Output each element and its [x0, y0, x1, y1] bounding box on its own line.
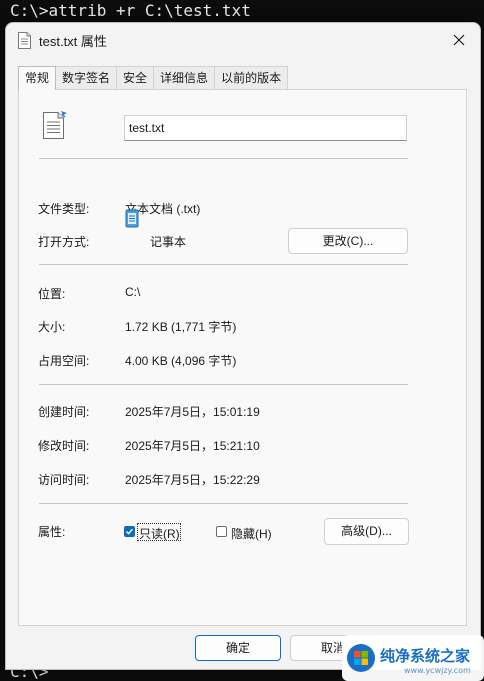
filename-field[interactable]: test.txt [124, 115, 407, 141]
created-label: 创建时间: [38, 405, 90, 419]
close-button[interactable] [446, 27, 472, 53]
tab-strip: 常规 数字签名 安全 详细信息 以前的版本 [18, 66, 289, 90]
text-file-icon [43, 111, 67, 139]
watermark-badge: 纯净系统之家 www.ycwjzy.com [342, 635, 484, 681]
separator [39, 264, 408, 265]
hidden-label[interactable]: 隐藏(H) [231, 525, 272, 542]
opens-with-value: 记事本 [150, 235, 187, 249]
close-icon [453, 34, 465, 46]
ok-button[interactable]: 确定 [195, 635, 281, 661]
opens-with-label: 打开方式: [38, 235, 90, 249]
tab-general[interactable]: 常规 [18, 66, 57, 90]
size-value: 1.72 KB (1,771 字节) [125, 320, 237, 334]
size-on-disk-label: 占用空间: [38, 354, 90, 368]
console-command-line: C:\>attrib +r C:\test.txt [10, 1, 251, 20]
general-tab-panel: test.txt 文件类型: 文本文档 (.txt) 打开方式: 记事本 更改(… [18, 89, 467, 626]
location-value: C:\ [125, 285, 141, 299]
watermark-text: 纯净系统之家 [380, 647, 471, 665]
tab-previous-versions[interactable]: 以前的版本 [214, 66, 289, 89]
accessed-value: 2025年7月5日，15:22:29 [125, 473, 260, 487]
title-bar[interactable]: test.txt 属性 [6, 23, 480, 57]
attributes-label: 属性: [38, 525, 66, 539]
separator [39, 503, 408, 504]
modified-label: 修改时间: [38, 439, 90, 453]
file-type-label: 文件类型: [38, 202, 90, 216]
separator [39, 158, 408, 159]
readonly-label[interactable]: 只读(R) [139, 525, 180, 542]
notepad-icon [125, 208, 139, 228]
change-button[interactable]: 更改(C)... [288, 228, 408, 254]
tab-security[interactable]: 安全 [116, 66, 155, 89]
advanced-button[interactable]: 高级(D)... [324, 518, 409, 545]
size-label: 大小: [38, 320, 66, 334]
checkmark-icon [126, 528, 134, 535]
windows-logo-icon [347, 644, 375, 672]
location-label: 位置: [38, 287, 66, 301]
created-value: 2025年7月5日，15:01:19 [125, 405, 260, 419]
readonly-checkbox[interactable] [124, 526, 135, 537]
size-on-disk-value: 4.00 KB (4,096 字节) [125, 354, 237, 368]
hidden-checkbox[interactable] [216, 526, 227, 537]
dialog-title: test.txt 属性 [39, 34, 107, 49]
accessed-label: 访问时间: [38, 473, 90, 487]
document-icon [18, 32, 31, 49]
properties-dialog: test.txt 属性 常规 数字签名 安全 详细信息 以前的版本 test.t… [5, 22, 481, 670]
tab-digital-signatures[interactable]: 数字签名 [55, 66, 118, 89]
tab-details[interactable]: 详细信息 [153, 66, 216, 89]
separator [39, 384, 408, 385]
watermark-url: www.ycwjzy.com [404, 666, 471, 675]
modified-value: 2025年7月5日，15:21:10 [125, 439, 260, 453]
